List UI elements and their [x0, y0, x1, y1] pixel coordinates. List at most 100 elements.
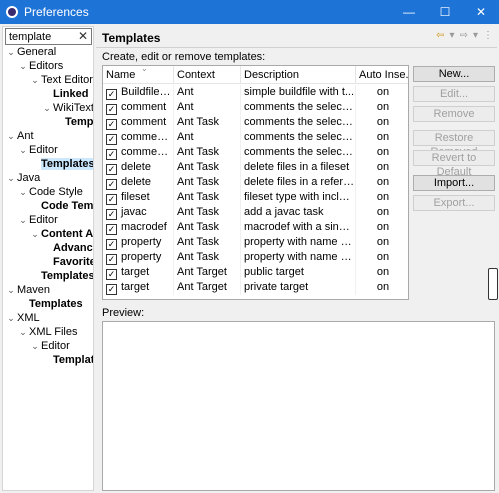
new-button[interactable]: New... [413, 66, 495, 82]
template-description-cell: simple buildfile with t... [241, 85, 356, 100]
table-row[interactable]: ✓ fileset Ant Task fileset type with includ… [103, 190, 408, 205]
tree-item[interactable]: ⌄ Text Editors [30, 73, 93, 87]
table-row[interactable]: ✓ javac Ant Task add a javac task on [103, 205, 408, 220]
table-row[interactable]: ✓ comment... Ant Task comments the selecte.… [103, 145, 408, 160]
tree-item[interactable]: ⌄Content Assist [30, 227, 93, 241]
table-row[interactable]: ✓ delete Ant Task delete files in a fileset… [103, 160, 408, 175]
enabled-checkbox[interactable]: ✓ [106, 224, 117, 235]
enabled-checkbox[interactable]: ✓ [106, 134, 117, 145]
table-row[interactable]: ✓ macrodef Ant Task macrodef with a single.… [103, 220, 408, 235]
column-header-context[interactable]: Context [174, 66, 241, 84]
table-row[interactable]: ✓ property Ant Task property with name an..… [103, 235, 408, 250]
enabled-checkbox[interactable]: ✓ [106, 89, 117, 100]
expand-chevron-icon[interactable]: ⌄ [6, 313, 16, 324]
tree-item[interactable]: Linked [42, 87, 88, 101]
tree-item[interactable]: ⌄ Java [6, 171, 40, 185]
maximize-button[interactable]: ☐ [427, 0, 463, 24]
tree-item[interactable]: ⌄ XML Files [18, 325, 77, 339]
tree-item[interactable]: ⌄ Editors [18, 59, 63, 73]
tree-item[interactable]: ⌄ Code Style [18, 185, 83, 199]
tree-item[interactable]: ⌄ Maven [6, 283, 50, 297]
forward-arrow-icon[interactable]: ⇨ [460, 30, 468, 41]
template-context-cell: Ant Task [174, 160, 241, 175]
column-header-description[interactable]: Description [241, 66, 356, 84]
enabled-checkbox[interactable]: ✓ [106, 209, 117, 220]
expand-chevron-icon[interactable]: ⌄ [30, 229, 40, 240]
page-description: Create, edit or remove templates: [102, 51, 266, 63]
minimize-button[interactable]: — [391, 0, 427, 24]
enabled-checkbox[interactable]: ✓ [106, 254, 117, 265]
tree-item[interactable]: Templates [42, 353, 93, 367]
tree-item[interactable]: Favorites [42, 255, 93, 269]
template-name-cell: ✓ Buildfile t... [103, 85, 174, 100]
template-context-cell: Ant Task [174, 250, 241, 265]
expand-chevron-icon[interactable]: ⌄ [18, 187, 28, 198]
template-name-text: target [121, 266, 150, 278]
expand-chevron-icon[interactable]: ⌄ [18, 145, 28, 156]
expand-chevron-icon[interactable]: ⌄ [42, 103, 52, 114]
tree-item[interactable]: Templates [18, 297, 83, 311]
edit-button[interactable]: Edit... [413, 86, 495, 102]
tree-item[interactable]: ⌄ XML [6, 311, 39, 325]
clear-filter-icon[interactable]: ✕ [78, 29, 88, 43]
preview-area[interactable] [102, 321, 495, 491]
revert-to-default-button[interactable]: Revert to Default [413, 150, 495, 178]
tree-item[interactable]: ⌄ Editor [30, 339, 70, 353]
enabled-checkbox[interactable]: ✓ [106, 269, 117, 280]
tree-item[interactable]: ⌄ Editor [18, 143, 58, 157]
tree-item[interactable]: Templates [30, 157, 93, 171]
expand-chevron-icon[interactable]: ⌄ [30, 75, 40, 86]
expand-chevron-icon[interactable]: ⌄ [6, 131, 16, 142]
column-header-auto-insert[interactable]: Auto Inse... [356, 66, 408, 84]
expand-chevron-icon[interactable]: ⌄ [6, 173, 16, 184]
table-row[interactable]: ✓ target Ant Target public target on [103, 265, 408, 280]
enabled-checkbox[interactable]: ✓ [106, 179, 117, 190]
tree-item-label: Templates [65, 116, 94, 128]
template-auto-insert-cell: on [376, 221, 390, 233]
enabled-checkbox[interactable]: ✓ [106, 149, 117, 160]
tree-item[interactable]: ⌄ General [6, 45, 56, 59]
template-description-cell: private target [241, 280, 356, 295]
expand-chevron-icon[interactable]: ⌄ [6, 47, 16, 58]
table-row[interactable]: ✓ comment... Ant comments the selecte... on [103, 130, 408, 145]
enabled-checkbox[interactable]: ✓ [106, 284, 117, 295]
tree-item[interactable]: ⌄ Ant [6, 129, 33, 143]
tree-item[interactable]: Templates [30, 269, 93, 283]
forward-dropdown-icon[interactable]: ▾ [473, 30, 478, 41]
remove-button[interactable]: Remove [413, 106, 495, 122]
table-row[interactable]: ✓ comment Ant Task comments the selecte... o… [103, 115, 408, 130]
tree-item[interactable]: Advanced [42, 241, 93, 255]
expand-chevron-icon[interactable]: ⌄ [18, 215, 28, 226]
tree-item[interactable]: ⌄ Editor [18, 213, 58, 227]
export-button[interactable]: Export... [413, 195, 495, 211]
back-dropdown-icon[interactable]: ▾ [450, 30, 455, 41]
enabled-checkbox[interactable]: ✓ [106, 164, 117, 175]
expand-chevron-icon[interactable]: ⌄ [18, 327, 28, 338]
view-menu-icon[interactable]: ⋮ [483, 30, 493, 41]
enabled-checkbox[interactable]: ✓ [106, 104, 117, 115]
expand-chevron-icon[interactable]: ⌄ [30, 341, 40, 352]
enabled-checkbox[interactable]: ✓ [106, 239, 117, 250]
expand-chevron-icon[interactable]: ⌄ [6, 285, 16, 296]
restore-removed-button[interactable]: Restore Removed [413, 130, 495, 158]
template-description-cell: fileset type with includ... [241, 190, 356, 205]
import-button[interactable]: Import... [413, 175, 495, 191]
table-row[interactable]: ✓ comment Ant comments the selecte... on [103, 100, 408, 115]
template-description-cell: property with name an... [241, 250, 356, 265]
filter-input[interactable] [6, 30, 76, 43]
expand-chevron-icon[interactable]: ⌄ [18, 61, 28, 72]
tree-item[interactable]: Code Templates [30, 199, 93, 213]
tree-item[interactable]: Templates [54, 115, 94, 129]
close-button[interactable]: ✕ [463, 0, 499, 24]
template-name-text: target [121, 281, 150, 293]
table-row[interactable]: ✓ Buildfile t... Ant simple buildfile with … [103, 85, 408, 100]
table-row[interactable]: ✓ property Ant Task property with name an..… [103, 250, 408, 265]
table-row[interactable]: ✓ target Ant Target private target on [103, 280, 408, 295]
tree-item[interactable]: ⌄ WikiText [42, 101, 93, 115]
enabled-checkbox[interactable]: ✓ [106, 119, 117, 130]
template-context-cell: Ant Task [174, 145, 241, 160]
back-arrow-icon[interactable]: ⇦ [436, 30, 444, 41]
column-header-name[interactable]: Name [103, 66, 174, 84]
table-row[interactable]: ✓ delete Ant Task delete files in a referen… [103, 175, 408, 190]
enabled-checkbox[interactable]: ✓ [106, 194, 117, 205]
